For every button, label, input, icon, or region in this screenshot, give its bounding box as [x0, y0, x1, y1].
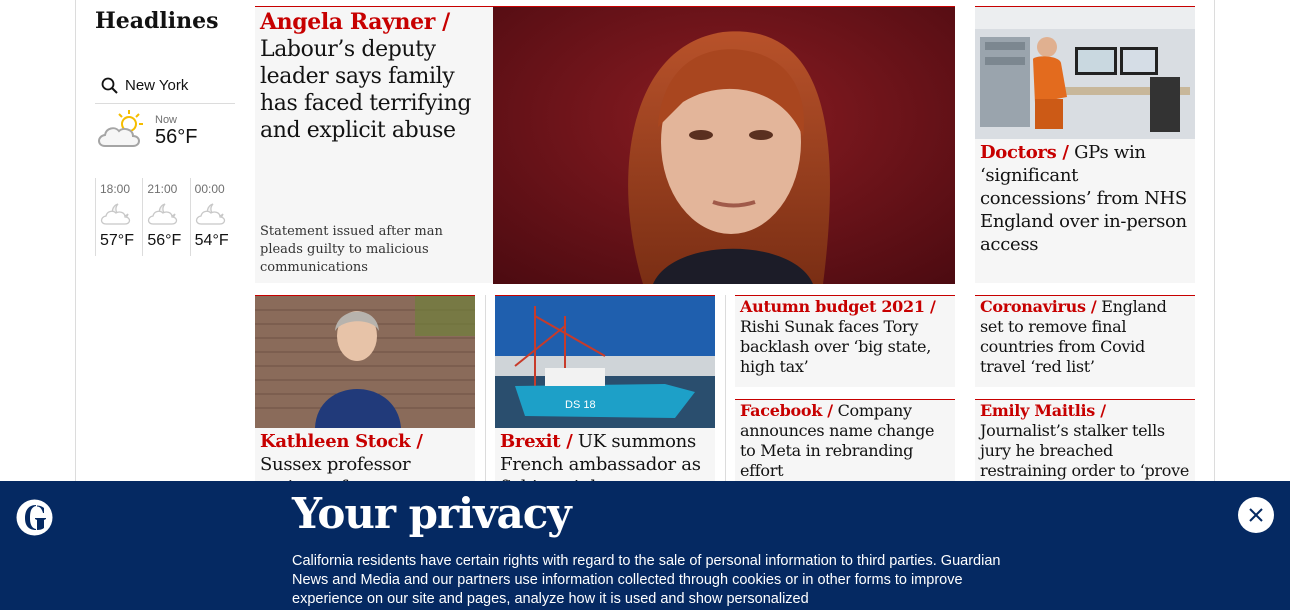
story-kicker: Coronavirus /: [980, 297, 1097, 316]
story-title: Labour’s deputy leader says family has f…: [260, 37, 472, 143]
story-card-budget[interactable]: Autumn budget 2021 / Rishi Sunak faces T…: [735, 295, 955, 387]
weather-location[interactable]: New York: [95, 68, 235, 104]
close-button[interactable]: [1238, 497, 1274, 533]
portrait-image: [255, 296, 475, 428]
privacy-title: Your privacy: [292, 489, 572, 538]
forecast-temp: 57°F: [100, 232, 134, 249]
story-kicker: Facebook /: [740, 401, 833, 420]
story-headline[interactable]: Facebook / Company announces name change…: [740, 401, 952, 481]
privacy-text: California residents have certain rights…: [292, 553, 1001, 607]
story-card-doctors[interactable]: Doctors / GPs win ‘significant concessio…: [975, 6, 1195, 283]
story-standfirst: Statement issued after man pleads guilty…: [260, 224, 443, 275]
story-card-stock[interactable]: Kathleen Stock / Sussex professor resign…: [255, 295, 475, 498]
portrait-image: [493, 7, 955, 284]
story-kicker: Doctors /: [980, 142, 1069, 163]
forecast-item: 00:00 54°F: [189, 178, 237, 256]
partly-cloudy-day-icon: [98, 110, 143, 147]
story-photo[interactable]: DS 18: [495, 296, 715, 428]
story-title: Rishi Sunak faces Tory backlash over ‘bi…: [740, 317, 932, 376]
section-title: Headlines: [95, 8, 219, 34]
story-card-brexit[interactable]: DS 18 Brexit / UK summons French ambassa…: [495, 295, 715, 498]
close-icon: [1249, 508, 1263, 522]
forecast-time: 18:00: [100, 182, 131, 196]
guardian-logo-icon: [16, 499, 53, 536]
story-card-facebook[interactable]: Facebook / Company announces name change…: [735, 399, 955, 489]
location-label: New York: [125, 77, 189, 94]
story-kicker: Autumn budget 2021 /: [740, 297, 936, 316]
forecast-time: 00:00: [194, 182, 225, 196]
forecast-time: 21:00: [147, 182, 178, 196]
story-card-main[interactable]: Angela Rayner / Labour’s deputy leader s…: [255, 6, 955, 284]
doctor-office-image: [975, 7, 1195, 139]
forecast-temp: 54°F: [194, 232, 229, 249]
now-temperature: 56°F: [155, 126, 198, 148]
story-photo[interactable]: [975, 7, 1195, 139]
story-photo[interactable]: [255, 296, 475, 428]
forecast-item: 18:00 57°F: [95, 178, 142, 256]
story-headline[interactable]: Angela Rayner / Labour’s deputy leader s…: [260, 9, 488, 144]
column-divider: [485, 295, 486, 485]
story-kicker: Emily Maitlis /: [980, 401, 1106, 420]
story-kicker: Kathleen Stock /: [260, 431, 423, 452]
forecast-item: 21:00 56°F: [142, 178, 189, 256]
column-divider: [725, 295, 726, 485]
svg-text:DS 18: DS 18: [565, 399, 596, 411]
story-headline[interactable]: Autumn budget 2021 / Rishi Sunak faces T…: [740, 297, 952, 377]
cloudy-night-icon: [148, 203, 178, 225]
story-kicker: Brexit /: [500, 431, 573, 452]
cloudy-night-icon: [100, 203, 131, 225]
search-icon: [101, 77, 118, 94]
now-label: Now: [155, 114, 178, 126]
weather-forecast: 18:00 57°F 21:00 56°F 00:00 54°F: [95, 178, 237, 258]
story-card-coronavirus[interactable]: Coronavirus / England set to remove fina…: [975, 295, 1195, 387]
story-photo[interactable]: [493, 7, 955, 284]
privacy-banner: Your privacy California residents have c…: [0, 481, 1290, 610]
cloudy-night-icon: [195, 203, 225, 225]
story-card-maitlis[interactable]: Emily Maitlis / Journalist’s stalker tel…: [975, 399, 1195, 500]
story-headline[interactable]: Doctors / GPs win ‘significant concessio…: [980, 141, 1192, 256]
story-kicker: Angela Rayner /: [260, 9, 450, 35]
fishing-boat-image: DS 18: [495, 296, 715, 428]
story-headline[interactable]: Coronavirus / England set to remove fina…: [980, 297, 1192, 377]
forecast-temp: 56°F: [147, 232, 182, 249]
weather-now: Now 56°F: [95, 106, 235, 166]
